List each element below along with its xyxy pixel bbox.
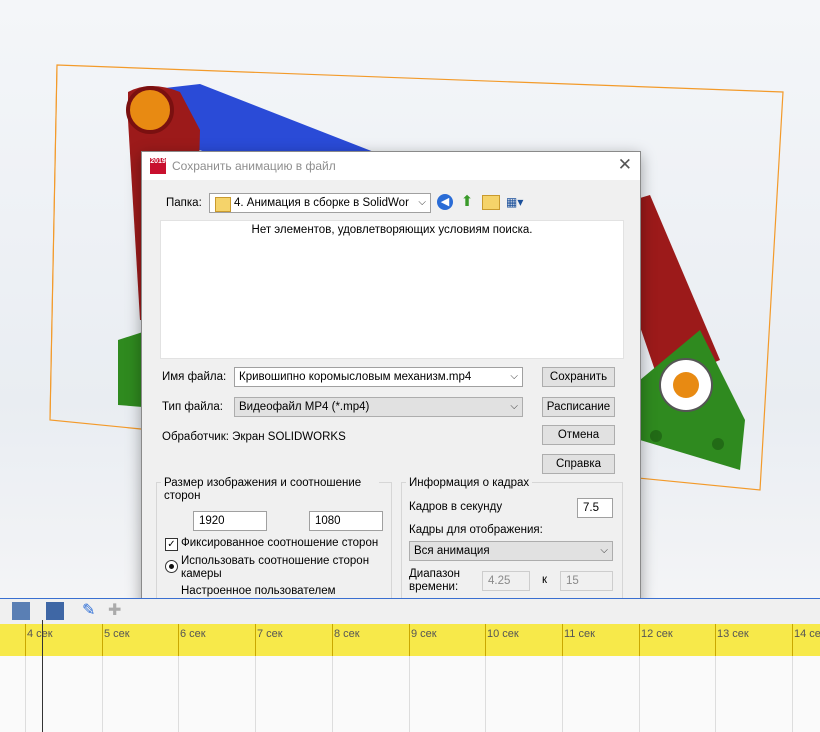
back-icon[interactable]: ◀ xyxy=(437,194,453,210)
range-to-label: к xyxy=(542,574,548,586)
key-icon[interactable]: ✎ xyxy=(82,602,100,620)
file-list[interactable]: Нет элементов, удовлетворяющих условиям … xyxy=(160,220,624,359)
timeline-tick-label: 9 сек xyxy=(411,628,437,640)
timeline-tick-label: 11 сек xyxy=(564,628,595,640)
dialog-titlebar: 2019 Сохранить анимацию в файл ✕ xyxy=(142,152,640,180)
frames-to-show-value: Вся анимация xyxy=(414,545,490,557)
empty-list-message: Нет элементов, удовлетворяющих условиям … xyxy=(251,224,533,236)
folder-label: Папка: xyxy=(166,197,202,209)
cancel-button[interactable]: Отмена xyxy=(542,425,615,445)
range-to-input[interactable]: 15 xyxy=(560,571,613,591)
frames-group-legend: Информация о кадрах xyxy=(406,477,533,490)
chevron-down-icon: ⌵ xyxy=(510,371,518,382)
filename-label: Имя файла: xyxy=(162,371,227,383)
bounding-box-edge xyxy=(49,64,58,421)
fixed-ratio-label: Фиксированное соотношение сторон xyxy=(181,537,379,549)
timeline-grid-line xyxy=(562,656,563,732)
timeline-grid-line xyxy=(332,656,333,732)
range-from-input[interactable]: 4.25 xyxy=(482,571,530,591)
fps-label: Кадров в секунду xyxy=(409,501,503,513)
folder-value: 4. Анимация в сборке в SolidWor xyxy=(234,197,409,209)
timeline-tick-label: 6 сек xyxy=(180,628,206,640)
fixed-ratio-checkbox[interactable]: ✓ xyxy=(165,538,178,551)
width-input[interactable]: 1920 xyxy=(193,511,267,531)
timeline-tick-label: 12 сек xyxy=(641,628,673,640)
filetype-select[interactable]: Видеофайл MP4 (*.mp4) ⌵ xyxy=(234,397,523,417)
timeline-grid-line xyxy=(255,656,256,732)
use-camera-label: Использовать соотношение сторон камеры xyxy=(181,555,370,580)
view-menu-icon[interactable]: ▦▾ xyxy=(506,195,528,209)
timeline-tick-label: 14 сек xyxy=(794,628,820,640)
timeline-tick xyxy=(562,624,563,656)
height-input[interactable]: 1080 xyxy=(309,511,383,531)
filename-input[interactable]: Кривошипно коромысловым механизм.mp4 ⌵ xyxy=(234,367,523,387)
timeline-track[interactable] xyxy=(0,656,820,732)
timeline-grid-line xyxy=(25,656,26,732)
chevron-down-icon: ⌵ xyxy=(418,197,426,208)
time-range-label: Диапазон времени: xyxy=(409,568,460,593)
timeline-tick xyxy=(102,624,103,656)
frames-to-show-label: Кадры для отображения: xyxy=(409,524,543,536)
filetype-value: Видеофайл MP4 (*.mp4) xyxy=(239,401,370,413)
chevron-down-icon: ⌵ xyxy=(600,545,608,556)
save-button[interactable]: Сохранить xyxy=(542,367,615,387)
timeline-grid-line xyxy=(639,656,640,732)
timeline-tick xyxy=(639,624,640,656)
crank-bearing xyxy=(126,86,174,134)
size-group-legend: Размер изображения и соотношение сторон xyxy=(161,477,379,503)
timeline-tick xyxy=(715,624,716,656)
frames-to-show-select[interactable]: Вся анимация ⌵ xyxy=(409,541,613,561)
timeline-grid-line xyxy=(715,656,716,732)
timeline-grid-line xyxy=(409,656,410,732)
timeline-tick-label: 10 сек xyxy=(487,628,519,640)
timeline-tick xyxy=(332,624,333,656)
timeline-tick-label: 8 сек xyxy=(334,628,360,640)
timeline-tick xyxy=(178,624,179,656)
dialog-title: Сохранить анимацию в файл xyxy=(172,159,336,173)
folder-icon xyxy=(215,197,231,212)
timeline-tick xyxy=(409,624,410,656)
timeline-tick-label: 7 сек xyxy=(257,628,283,640)
help-button[interactable]: Справка xyxy=(542,454,615,474)
folder-combo[interactable]: 4. Анимация в сборке в SolidWor ⌵ xyxy=(209,193,431,213)
timeline-grid-line xyxy=(102,656,103,732)
timeline-grid-line xyxy=(485,656,486,732)
save-animation-dialog: 2019 Сохранить анимацию в файл ✕ Папка: … xyxy=(141,151,641,632)
filetype-label: Тип файла: xyxy=(162,401,223,413)
timeline-tick xyxy=(792,624,793,656)
fps-input[interactable]: 7.5 xyxy=(577,498,613,518)
timeline-playhead[interactable] xyxy=(42,620,43,732)
timeline-tick xyxy=(485,624,486,656)
close-icon[interactable]: ✕ xyxy=(618,155,632,175)
up-folder-icon[interactable]: ⬆ xyxy=(459,193,475,210)
timeline-tick xyxy=(255,624,256,656)
key-add-icon[interactable]: ✚ xyxy=(108,602,126,620)
schedule-button[interactable]: Расписание xyxy=(542,397,615,417)
use-camera-radio[interactable] xyxy=(165,560,178,573)
timeline-tick-label: 5 сек xyxy=(104,628,130,640)
solidworks-app-icon: 2019 xyxy=(150,158,166,174)
timeline-ruler[interactable]: 4 сек 5 сек 6 сек 7 сек 8 сек 9 сек 10 сек 11 с… xyxy=(0,624,820,656)
film-icon[interactable] xyxy=(12,602,30,620)
chevron-down-icon: ⌵ xyxy=(510,401,518,412)
new-folder-icon[interactable] xyxy=(482,195,500,210)
filename-value: Кривошипно коромысловым механизм.mp4 xyxy=(239,371,472,383)
timeline-grid-line xyxy=(178,656,179,732)
timeline-tick xyxy=(25,624,26,656)
timeline-grid-line xyxy=(792,656,793,732)
timeline-tick-label: 4 сек xyxy=(27,628,53,640)
timeline-tick-label: 13 сек xyxy=(717,628,749,640)
handler-label: Обработчик: Экран SOLIDWORKS xyxy=(162,431,346,443)
record-icon[interactable] xyxy=(46,602,64,620)
